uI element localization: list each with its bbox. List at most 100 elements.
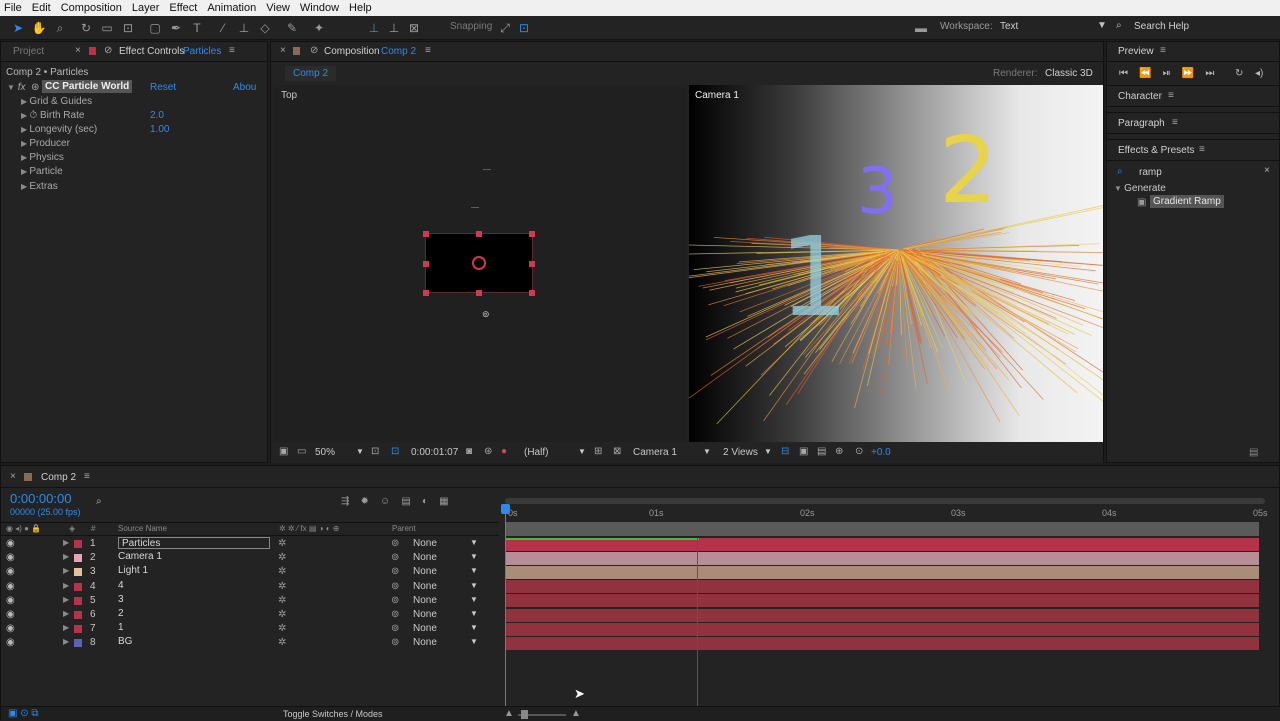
menu-effect[interactable]: Effect — [169, 2, 197, 14]
fit-icon[interactable]: ⊡ — [371, 446, 379, 457]
tab-project[interactable]: Project — [13, 46, 44, 57]
pick-whip-icon[interactable]: ⊚ — [391, 637, 399, 648]
parent-dropdown-icon[interactable]: ▼ — [470, 623, 478, 632]
menu-animation[interactable]: Animation — [207, 2, 256, 14]
layer-duration-bar[interactable] — [505, 552, 1259, 565]
shy-switch-icon[interactable]: ✲ — [278, 609, 286, 620]
pick-whip-icon[interactable]: ⊚ — [391, 609, 399, 620]
close-icon[interactable]: × — [280, 45, 286, 56]
layer-switches-icon[interactable]: ▣ ⊙ ⧉ — [8, 708, 39, 719]
current-time[interactable]: 0:00:01:07 — [411, 447, 458, 458]
puppet-tool-icon[interactable]: ✦ — [311, 20, 327, 36]
layer-duration-bar[interactable] — [505, 637, 1259, 650]
parent-select[interactable]: None — [413, 637, 437, 648]
layer-name[interactable]: 4 — [118, 580, 124, 591]
menu-file[interactable]: File — [4, 2, 22, 14]
selection-tool-icon[interactable]: ➤ — [10, 20, 26, 36]
eraser-tool-icon[interactable]: ◇ — [257, 20, 273, 36]
layer-label-color[interactable] — [74, 568, 82, 576]
layer-name[interactable]: 1 — [118, 622, 124, 633]
last-frame-icon[interactable]: ⏭ — [1205, 68, 1214, 79]
menu-window[interactable]: Window — [300, 2, 339, 14]
camera-tool-icon[interactable]: ▭ — [99, 20, 115, 36]
layer-name[interactable]: 2 — [118, 608, 124, 619]
parent-dropdown-icon[interactable]: ▼ — [470, 609, 478, 618]
layer-expand-icon[interactable]: ▶ — [63, 637, 69, 646]
shy-switch-icon[interactable]: ✲ — [278, 637, 286, 648]
visibility-eye-icon[interactable]: ◉ — [6, 623, 15, 634]
lock-icon[interactable]: ⊘ — [310, 45, 318, 56]
shy-switch-icon[interactable]: ✲ — [278, 623, 286, 634]
work-area-bar[interactable] — [505, 498, 1265, 504]
new-bin-icon[interactable]: ▤ — [1249, 447, 1258, 458]
transform-handle[interactable] — [529, 261, 535, 267]
layer-expand-icon[interactable]: ▶ — [63, 609, 69, 618]
parent-dropdown-icon[interactable]: ▼ — [470, 552, 478, 561]
layer-row[interactable]: ◉▶62✲⊚None▼ — [1, 608, 499, 622]
tab-paragraph[interactable]: Paragraph — [1118, 118, 1165, 129]
pick-whip-icon[interactable]: ⊚ — [391, 581, 399, 592]
snap-options-icon[interactable]: ⊡ — [516, 20, 532, 36]
layer-label-color[interactable] — [74, 540, 82, 548]
reset-link[interactable]: Reset — [150, 82, 176, 93]
effect-expand-icon[interactable]: ▼ fx — [7, 82, 25, 93]
comp-breadcrumb-tab[interactable]: Comp 2 — [285, 66, 336, 81]
snapping-toggle-icon[interactable]: ⤢ — [497, 20, 513, 36]
rotate-tool-icon[interactable]: ↻ — [78, 20, 94, 36]
column-parent[interactable]: Parent — [392, 524, 416, 533]
transform-handle[interactable] — [423, 231, 429, 237]
transform-handle[interactable] — [423, 290, 429, 296]
property-grid-guides[interactable]: ▶ Grid & Guides — [21, 96, 92, 107]
exposure-value[interactable]: +0.0 — [871, 447, 891, 458]
transform-handle[interactable] — [529, 290, 535, 296]
renderer-value[interactable]: Classic 3D — [1045, 68, 1093, 79]
composition-mini-flowchart-icon[interactable]: ⇶ — [341, 496, 349, 507]
layer-bounding-box[interactable] — [425, 233, 533, 293]
3d-ground-plane-icon[interactable]: ⊕ — [835, 446, 843, 457]
pick-whip-icon[interactable]: ⊚ — [391, 595, 399, 606]
pick-whip-icon[interactable]: ⊚ — [391, 623, 399, 634]
menu-help[interactable]: Help — [349, 2, 372, 14]
type-tool-icon[interactable]: T — [189, 20, 205, 36]
active-camera-select[interactable]: Camera 1 — [633, 447, 677, 458]
layer-name[interactable]: Light 1 — [118, 565, 148, 576]
transform-handle[interactable] — [423, 261, 429, 267]
pen-tool-icon[interactable]: ✒ — [168, 20, 184, 36]
pick-whip-icon[interactable]: ⊚ — [391, 552, 399, 563]
lock-icon[interactable]: ⊘ — [104, 45, 112, 56]
property-longevity[interactable]: ▶ Longevity (sec) — [21, 124, 97, 135]
panel-menu-icon[interactable]: ≡ — [1160, 45, 1166, 56]
tab-effects-presets[interactable]: Effects & Presets — [1118, 145, 1195, 156]
tab-effect-controls[interactable]: Effect Controls — [119, 46, 184, 57]
parent-select[interactable]: None — [413, 566, 437, 577]
menu-composition[interactable]: Composition — [61, 2, 122, 14]
shy-switch-icon[interactable]: ✲ — [278, 552, 286, 563]
category-generate[interactable]: ▼ Generate — [1114, 183, 1166, 194]
tab-composition[interactable]: Composition — [324, 46, 380, 57]
parent-select[interactable]: None — [413, 623, 437, 634]
visibility-eye-icon[interactable]: ◉ — [6, 637, 15, 648]
menu-layer[interactable]: Layer — [132, 2, 160, 14]
hand-tool-icon[interactable]: ✋ — [31, 20, 47, 36]
property-producer[interactable]: ▶ Producer — [21, 138, 70, 149]
zoom-out-icon[interactable]: ▲ — [504, 708, 514, 719]
birth-rate-value[interactable]: 2.0 — [150, 110, 164, 121]
views-select[interactable]: 2 Views — [723, 447, 758, 458]
shy-switch-icon[interactable]: ✲ — [278, 566, 286, 577]
transform-handle[interactable] — [476, 290, 482, 296]
resolution-select[interactable]: (Half) — [524, 447, 548, 458]
layer-name[interactable]: BG — [118, 636, 132, 647]
region-of-interest-icon[interactable]: ⊡ — [391, 446, 399, 457]
layer-expand-icon[interactable]: ▶ — [63, 552, 69, 561]
time-ruler[interactable]: 0s 01s 02s 03s 04s 05s — [501, 492, 1271, 522]
layer-label-color[interactable] — [74, 554, 82, 562]
property-birth-rate[interactable]: ▶ ⏱ Birth Rate — [21, 110, 84, 121]
close-icon[interactable]: × — [75, 45, 81, 56]
local-axis-icon[interactable]: ⊥ — [366, 20, 382, 36]
visibility-eye-icon[interactable]: ◉ — [6, 538, 15, 549]
first-frame-icon[interactable]: ⏮ — [1119, 68, 1128, 79]
clear-search-icon[interactable]: × — [1264, 165, 1270, 176]
resolution-dropdown-icon[interactable]: ▼ — [578, 447, 586, 456]
visibility-eye-icon[interactable]: ◉ — [6, 552, 15, 563]
draft-3d-icon[interactable]: ✹ — [361, 496, 369, 507]
